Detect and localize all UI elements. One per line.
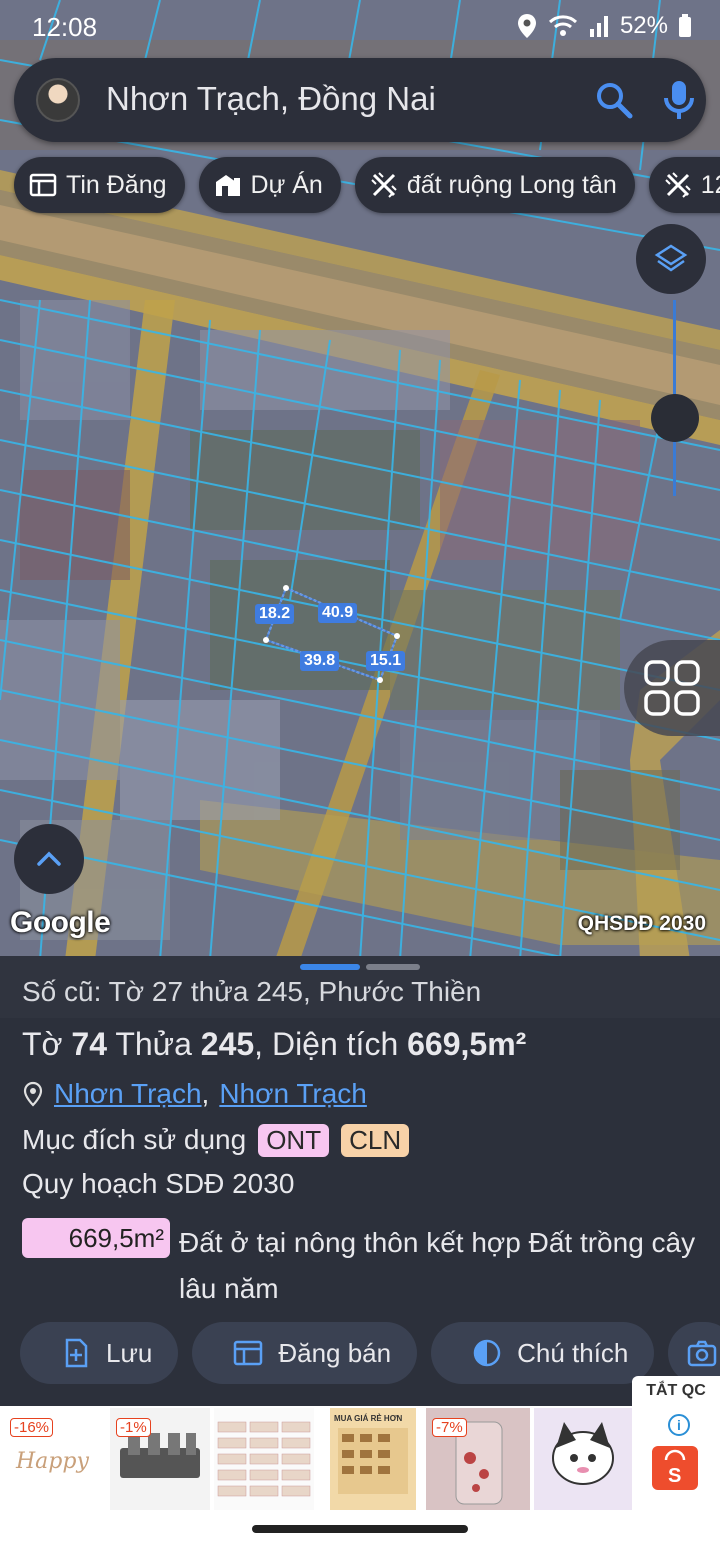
sheet-handle[interactable] (366, 964, 420, 970)
ad-image (338, 1428, 408, 1494)
sheet-number: 74 (71, 1026, 108, 1062)
location-row: Nhơn Trạch, Nhơn Trạch (22, 1076, 367, 1112)
search-bar[interactable]: Nhơn Trạch, Đồng Nai (14, 58, 706, 142)
chip-label: Dự Án (250, 170, 323, 199)
ad-info-icon[interactable]: i (668, 1414, 690, 1436)
ad-product[interactable]: MUA GIÁ RẺ HƠN (330, 1408, 416, 1510)
location-sep: , (201, 1078, 210, 1109)
filter-chips: Tin Đăng Dự Án đất ruộng Long tân 12 (14, 157, 720, 213)
chip-saved-search[interactable]: đất ruộng Long tân (354, 157, 635, 213)
shopee-icon[interactable]: S (652, 1446, 698, 1490)
battery-percent: 52% (619, 12, 668, 39)
land-use-label: Mục đích sử dụng (22, 1124, 247, 1155)
shopping-bag-icon: S (664, 1449, 686, 1487)
location-link[interactable]: Nhơn Trạch (219, 1078, 367, 1110)
ad-product[interactable]: -1% (110, 1408, 210, 1510)
status-time: 12:08 (32, 12, 98, 42)
parcel-prefix: Thửa (107, 1026, 201, 1062)
search-icon[interactable] (594, 80, 634, 120)
status-icons: 52% (516, 10, 692, 42)
ruler-icon (665, 172, 691, 198)
land-use-tag: ONT (258, 1123, 330, 1157)
ad-product[interactable] (214, 1408, 314, 1510)
chevron-up-icon (37, 851, 61, 866)
legend-button[interactable]: Chú thích (431, 1322, 655, 1384)
land-use-tag: CLN (341, 1123, 410, 1157)
dimension-label: 39.8 (300, 651, 340, 671)
signal-icon (589, 16, 608, 37)
ad-product[interactable]: -7% (426, 1408, 530, 1510)
map-view[interactable]: 18.2 40.9 39.8 15.1 12:08 52% Nhơn Trạch… (0, 0, 720, 960)
legend-label: Chú thích (517, 1337, 629, 1368)
discount-badge: -16% (10, 1418, 54, 1437)
layer-label: QHSDĐ 2030 (577, 912, 706, 935)
parcel-number: 245 (200, 1026, 255, 1062)
location-pin-icon (23, 1081, 43, 1107)
location-icon (517, 14, 536, 38)
ad-product[interactable] (534, 1408, 632, 1510)
ad-close-button[interactable]: TẮT QC (632, 1376, 720, 1406)
home-gesture-bar[interactable] (252, 1525, 468, 1533)
plan-description: Đất ở tại nông thôn kết hợp Đất trồng câ… (179, 1227, 696, 1304)
sheet-handle-active[interactable] (300, 964, 360, 970)
opacity-slider-handle[interactable] (651, 394, 699, 442)
battery-icon (679, 14, 691, 37)
post-sale-icon (234, 1340, 263, 1366)
discount-badge: -1% (116, 1418, 151, 1437)
location-link[interactable]: Nhơn Trạch (54, 1078, 202, 1110)
search-input[interactable]: Nhơn Trạch, Đồng Nai (106, 80, 436, 118)
mic-icon[interactable] (659, 78, 699, 122)
action-buttons: Lưu Đăng bán Chú thích (20, 1322, 720, 1384)
parcel-info-sheet: Số cũ: Tờ 27 thửa 245, Phước Thiền Tờ 74… (0, 956, 720, 1406)
avatar[interactable] (36, 78, 80, 122)
svg-text:S: S (668, 1465, 681, 1487)
plan-title: Quy hoạch SDĐ 2030 (22, 1168, 295, 1199)
google-logo: Google (10, 906, 111, 939)
post-sale-button[interactable]: Đăng bán (192, 1322, 418, 1384)
promo-title: MUA GIÁ RẺ HƠN (334, 1414, 403, 1423)
ad-image (552, 1422, 614, 1485)
land-use-row: Mục đích sử dụng ONT CLN (22, 1122, 410, 1158)
expand-sheet-button[interactable] (14, 824, 84, 894)
chip-more[interactable]: 12 (648, 157, 720, 213)
layers-icon (654, 244, 688, 272)
ad-product[interactable]: Happy -16% (4, 1408, 104, 1510)
svg-text:Happy: Happy (15, 1449, 89, 1474)
sheet-prefix: Tờ (22, 1026, 72, 1062)
dimension-label: 18.2 (255, 604, 295, 624)
old-reference: Số cũ: Tờ 27 thửa 245, Phước Thiền (22, 976, 482, 1007)
wifi-icon (548, 15, 577, 36)
save-button[interactable]: Lưu (20, 1322, 179, 1384)
post-sale-label: Đăng bán (278, 1337, 392, 1368)
apps-grid-button[interactable] (624, 640, 720, 736)
grid-icon (644, 660, 700, 716)
plan-area-badge: 669,5m² (22, 1218, 170, 1258)
chip-listings[interactable]: Tin Đăng (14, 157, 185, 213)
camera-button[interactable] (668, 1322, 720, 1384)
chip-label: 12 (700, 170, 720, 199)
area-value: 669,5m² (407, 1026, 527, 1062)
listing-icon (29, 173, 57, 197)
dimension-label: 15.1 (366, 651, 406, 671)
layers-button[interactable] (636, 224, 706, 294)
project-icon (215, 175, 240, 196)
ad-image (217, 1421, 311, 1497)
satellite-map (0, 0, 720, 960)
chip-projects[interactable]: Dự Án (198, 157, 341, 213)
parcel-title: Tờ 74 Thửa 245, Diện tích 669,5m² (22, 1026, 526, 1063)
chip-label: đất ruộng Long tân (406, 170, 617, 199)
legend-icon (473, 1339, 501, 1367)
camera-icon (688, 1340, 717, 1367)
save-icon (65, 1338, 88, 1368)
area-prefix: , Diện tích (254, 1026, 408, 1062)
ad-banner[interactable]: Happy -16% -1% MUA GIÁ RẺ HƠN -7% i S (0, 1406, 720, 1510)
discount-badge: -7% (432, 1418, 467, 1437)
chip-label: Tin Đăng (66, 170, 167, 199)
status-bar: 12:08 52% (0, 0, 720, 52)
save-label: Lưu (106, 1337, 153, 1368)
dimension-label: 40.9 (318, 603, 358, 623)
ruler-icon (371, 172, 397, 198)
